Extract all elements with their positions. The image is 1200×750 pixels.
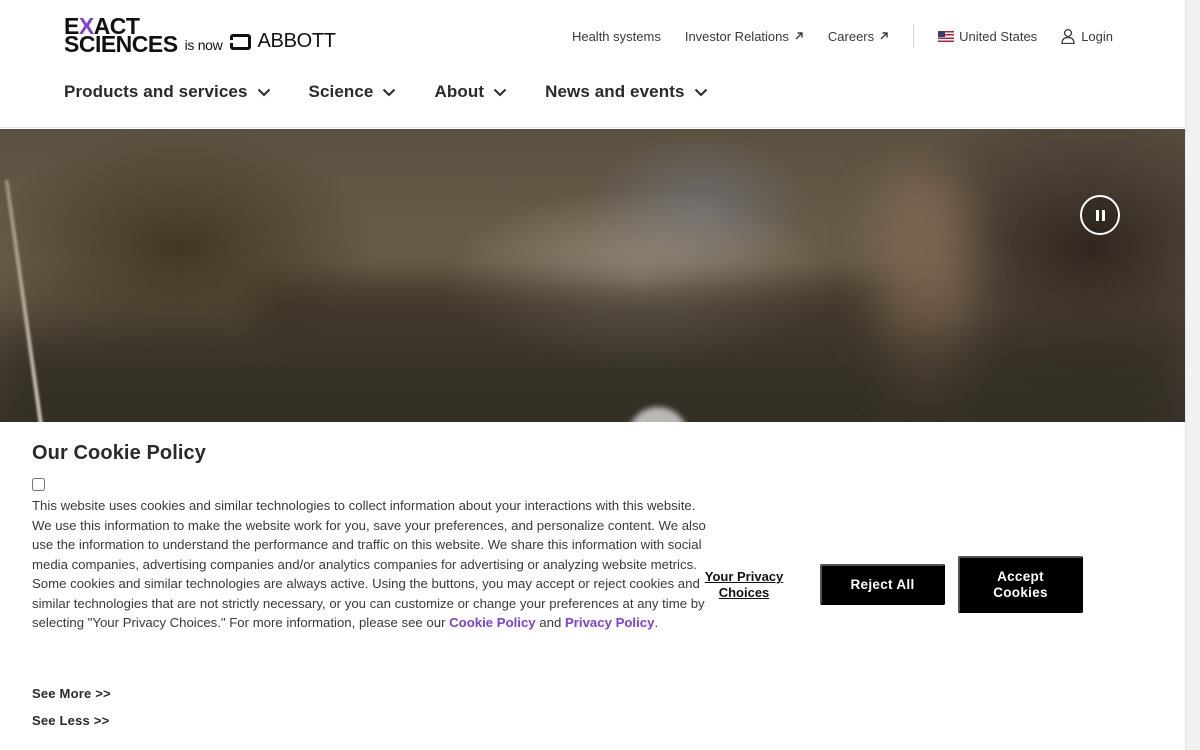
cookie-banner: Our Cookie Policy This website uses cook…: [0, 422, 1185, 750]
your-privacy-choices-link[interactable]: Your Privacy Choices: [694, 569, 794, 601]
exact-sciences-logo[interactable]: EXACT SCIENCES is now ABBOTT: [64, 13, 336, 57]
utility-nav: Health systems Investor Relations Career…: [572, 24, 1113, 48]
cookie-banner-title: Our Cookie Policy: [32, 442, 206, 464]
investor-relations-link[interactable]: Investor Relations: [685, 29, 804, 44]
utility-divider: [913, 24, 915, 48]
page-scrollbar[interactable]: [1185, 0, 1200, 750]
privacy-policy-link[interactable]: Privacy Policy: [565, 615, 654, 630]
chevron-down-icon: [257, 88, 270, 96]
external-link-icon: [795, 32, 803, 40]
pause-icon: [1095, 209, 1099, 221]
site-header: EXACT SCIENCES is now ABBOTT Health syst…: [0, 0, 1185, 128]
nav-about[interactable]: About: [434, 82, 507, 102]
us-flag-icon: [938, 30, 955, 42]
abbott-logo: ABBOTT: [229, 30, 336, 53]
hero-video: [0, 129, 1185, 422]
login-link[interactable]: Login: [1061, 28, 1113, 44]
reject-all-button[interactable]: Reject All: [820, 564, 945, 605]
nav-news-and-events[interactable]: News and events: [545, 82, 707, 102]
health-systems-link[interactable]: Health systems: [572, 29, 661, 44]
pause-icon: [1101, 209, 1105, 221]
cookie-policy-link[interactable]: Cookie Policy: [449, 615, 535, 630]
careers-link[interactable]: Careers: [828, 29, 889, 44]
see-less-link[interactable]: See Less >>: [32, 713, 109, 728]
region-selector[interactable]: United States: [938, 29, 1037, 44]
pause-video-button[interactable]: [1080, 195, 1120, 235]
logo-wordmark: EXACT SCIENCES: [64, 13, 178, 57]
cookie-consent-checkbox[interactable]: [32, 478, 45, 491]
cookie-banner-description: This website uses cookies and similar te…: [32, 498, 706, 630]
abbott-mark-icon: [229, 33, 252, 50]
chevron-down-icon: [694, 88, 707, 96]
accept-cookies-button[interactable]: Accept Cookies: [958, 556, 1083, 613]
chevron-down-icon: [383, 88, 396, 96]
external-link-icon: [880, 32, 888, 40]
logo-is-now-text: is now: [184, 37, 223, 53]
chevron-down-icon: [493, 88, 507, 96]
nav-science[interactable]: Science: [309, 82, 397, 102]
nav-products-and-services[interactable]: Products and services: [64, 82, 271, 102]
main-nav: Products and services Science About News…: [64, 82, 746, 102]
user-icon: [1061, 28, 1075, 44]
hero-background-shape: [0, 329, 1185, 422]
see-more-link[interactable]: See More >>: [32, 686, 111, 701]
